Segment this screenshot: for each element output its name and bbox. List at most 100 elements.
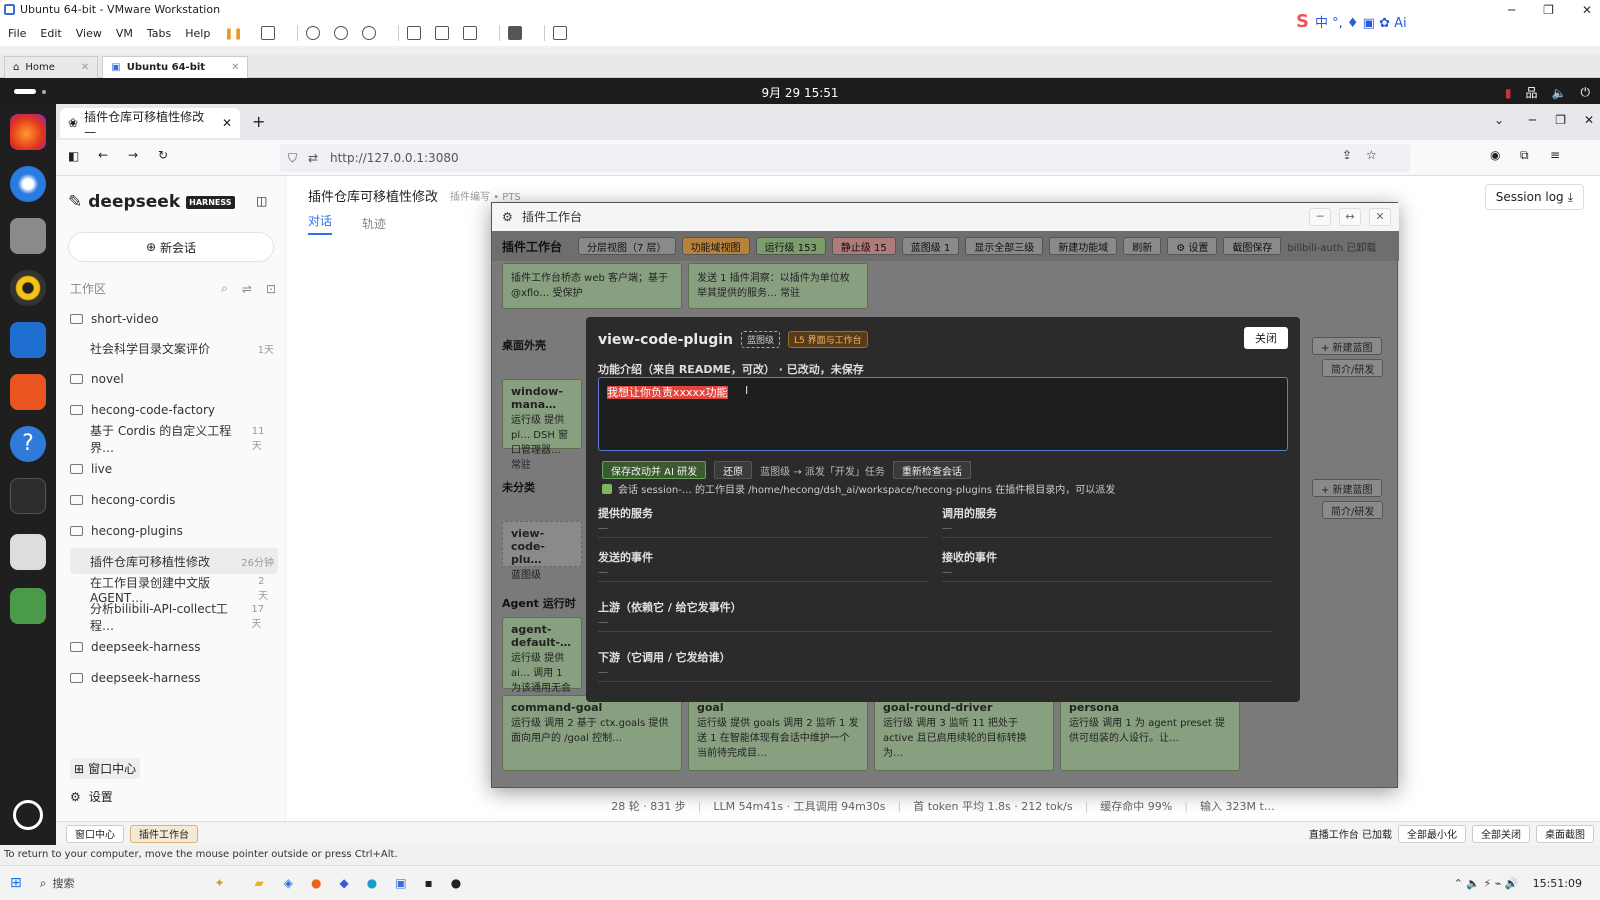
- show-apps-icon[interactable]: [13, 800, 43, 830]
- plugin-card[interactable]: goal 运行级 提供 goals 调用 2 监听 1 发送 1 在智能体现有会话…: [688, 695, 868, 771]
- workspace-session-item[interactable]: 插件仓库可移植性修改 26分钟: [70, 548, 278, 574]
- workspace-folder-item[interactable]: novel: [70, 366, 278, 392]
- maximize-icon[interactable]: ↔: [1339, 208, 1361, 226]
- full-screen-icon[interactable]: [462, 26, 477, 40]
- workspace-folder-item[interactable]: hecong-code-factory: [70, 397, 278, 423]
- domain-view-button[interactable]: 功能域视图: [681, 237, 750, 255]
- software-icon[interactable]: [10, 374, 46, 410]
- bookmark-star-icon[interactable]: ☆: [1366, 148, 1377, 162]
- filter-icon[interactable]: ⇌: [242, 282, 252, 296]
- snapshot-icon[interactable]: [305, 26, 320, 40]
- search-icon[interactable]: ⌕: [40, 876, 47, 891]
- firefox-icon[interactable]: [10, 114, 46, 150]
- files-icon[interactable]: [10, 218, 46, 254]
- snapshot-manager-icon[interactable]: [361, 26, 376, 40]
- plugin-card[interactable]: 发送 1 插件洞察：以插件为单位枚举其提供的服务… 常驻: [688, 263, 868, 309]
- workspace-folder-item[interactable]: short-video: [70, 306, 278, 332]
- trash-icon[interactable]: [10, 588, 46, 624]
- tab-trace[interactable]: 轨迹: [362, 215, 386, 232]
- refresh-button[interactable]: 刷新: [1123, 237, 1162, 255]
- plugin-card[interactable]: 插件工作台桥态 web 客户端；基于 @xflo… 受保护: [502, 263, 682, 309]
- app-icon[interactable]: ◆: [339, 876, 348, 890]
- vmware-taskbar-icon[interactable]: ▣: [395, 876, 406, 890]
- blueprint-level-filter[interactable]: 蓝图级 1: [901, 237, 960, 255]
- recheck-session-button[interactable]: 重新检查会话: [892, 461, 971, 479]
- revert-button[interactable]: 还原: [714, 461, 753, 479]
- menu-icon[interactable]: ≡: [1550, 148, 1560, 162]
- console-view-icon[interactable]: [507, 26, 522, 40]
- rhythmbox-icon[interactable]: [10, 270, 46, 306]
- window-center-button[interactable]: 窗口中心: [66, 824, 124, 843]
- plugin-card[interactable]: window-mana… 运行级 提供 pl… DSH 窗口管理器… 常驻: [502, 379, 582, 471]
- reload-icon[interactable]: ↻: [158, 148, 168, 162]
- menu-tabs[interactable]: Tabs: [147, 27, 171, 40]
- collapse-sidebar-icon[interactable]: ◫: [256, 194, 267, 208]
- pause-icon[interactable]: ❚❚: [224, 27, 242, 40]
- workspace-session-item[interactable]: 社会科学目录文案评价 1天: [70, 335, 278, 361]
- ime-toolbar[interactable]: S 中 °, ♦ ▣ ✿ Ai: [1296, 8, 1407, 34]
- url-bar[interactable]: ⛉ ⇄ http://127.0.0.1:3080: [280, 144, 1410, 172]
- menu-view[interactable]: View: [76, 27, 102, 40]
- desktop-screenshot-button[interactable]: 桌面截图: [1536, 824, 1594, 843]
- send-keys-icon[interactable]: [260, 26, 275, 40]
- plugin-card[interactable]: agent-default-…运行级 提供 ai… 调用 1 为该通用无会话插件…: [502, 617, 582, 709]
- new-folder-icon[interactable]: ⊡: [266, 282, 276, 296]
- plugin-card[interactable]: view-code-plu… 蓝图级: [502, 521, 582, 581]
- intro-textarea[interactable]: 我想让你负责xxxxx功能 I: [598, 377, 1288, 451]
- app-icon[interactable]: ◈: [284, 876, 293, 890]
- share-icon[interactable]: ⇪: [1342, 148, 1352, 162]
- screenshot-save-button[interactable]: 截图保存: [1223, 237, 1282, 255]
- minimize-all-button[interactable]: 全部最小化: [1398, 824, 1466, 843]
- copilot-icon[interactable]: ✦: [214, 876, 224, 890]
- close-icon[interactable]: ✕: [1369, 208, 1391, 226]
- minimize-icon[interactable]: ─: [1508, 3, 1515, 17]
- edge-icon[interactable]: ●: [367, 876, 377, 890]
- thunderbird-icon[interactable]: [10, 166, 46, 202]
- session-log-button[interactable]: Session log ⤓: [1484, 184, 1584, 210]
- help-icon[interactable]: ?: [10, 426, 46, 462]
- minimize-icon[interactable]: ─: [1529, 113, 1536, 127]
- close-icon[interactable]: ✕: [1584, 113, 1594, 127]
- revert-snapshot-icon[interactable]: [333, 26, 348, 40]
- account-icon[interactable]: ◉: [1490, 148, 1500, 162]
- terminal-icon[interactable]: [10, 478, 46, 514]
- workspace-session-item[interactable]: 在工作目录创建中文版AGENT… 2天: [70, 576, 278, 605]
- menu-vm[interactable]: VM: [116, 27, 133, 40]
- writer-icon[interactable]: [10, 322, 46, 358]
- library-view-icon[interactable]: [406, 26, 421, 40]
- plugin-card[interactable]: goal-round-driver 运行级 调用 3 监听 11 把处于 acti…: [874, 695, 1054, 771]
- file-explorer-icon[interactable]: ▰: [255, 876, 264, 890]
- search-box-label[interactable]: 搜索: [52, 875, 74, 891]
- disk-icon[interactable]: [10, 534, 46, 570]
- workspace-session-item[interactable]: 分析bilibili-API-collect工程… 17天: [70, 602, 278, 633]
- plugin-workbench-button[interactable]: 插件工作台: [130, 824, 198, 843]
- workspace-folder-item[interactable]: deepseek-harness: [70, 665, 278, 691]
- restore-icon[interactable]: ❐: [1543, 3, 1554, 17]
- new-chat-button[interactable]: ⊕ 新会话: [68, 232, 274, 262]
- settings-button[interactable]: ⚙ 设置: [1167, 237, 1218, 255]
- plugin-card[interactable]: persona 运行级 调用 1 为 agent preset 提供可组装的人设行…: [1060, 695, 1240, 771]
- workspace-folder-item[interactable]: live: [70, 456, 278, 482]
- github-icon[interactable]: ●: [451, 876, 461, 890]
- workspace-folder-item[interactable]: deepseek-harness: [70, 634, 278, 660]
- close-all-button[interactable]: 全部关闭: [1472, 824, 1530, 843]
- close-icon[interactable]: ✕: [222, 116, 232, 130]
- windows-start-icon[interactable]: ⊞: [10, 875, 22, 891]
- thumbnail-view-icon[interactable]: [434, 26, 449, 40]
- restore-icon[interactable]: ❐: [1555, 113, 1566, 127]
- list-all-tabs-icon[interactable]: ⌄: [1494, 113, 1504, 127]
- show-all-levels-button[interactable]: 显示全部三级: [965, 237, 1044, 255]
- system-tray[interactable]: ▮ 品 🔈 ⏻: [1505, 84, 1590, 101]
- browser-tab[interactable]: ❀ 插件仓库可移植性修改 — ✕: [60, 108, 240, 139]
- menu-help[interactable]: Help: [185, 27, 210, 40]
- tab-chat[interactable]: 对话: [308, 212, 333, 235]
- sidebar-toggle-icon[interactable]: ◧: [68, 149, 79, 163]
- tab-ubuntu[interactable]: ▣ Ubuntu 64-bit ✕: [102, 55, 249, 78]
- workspace-folder-item[interactable]: hecong-cordis: [70, 487, 278, 513]
- close-icon[interactable]: ✕: [1582, 3, 1592, 17]
- new-blueprint-button[interactable]: + 新建蓝图: [1312, 479, 1382, 497]
- settings-link[interactable]: ⚙ 设置: [70, 788, 113, 805]
- search-icon[interactable]: ⌕: [221, 281, 228, 296]
- clock[interactable]: 9月 29 15:51: [0, 84, 1600, 101]
- layer-view-button[interactable]: 分层视图（7 层）: [578, 237, 676, 255]
